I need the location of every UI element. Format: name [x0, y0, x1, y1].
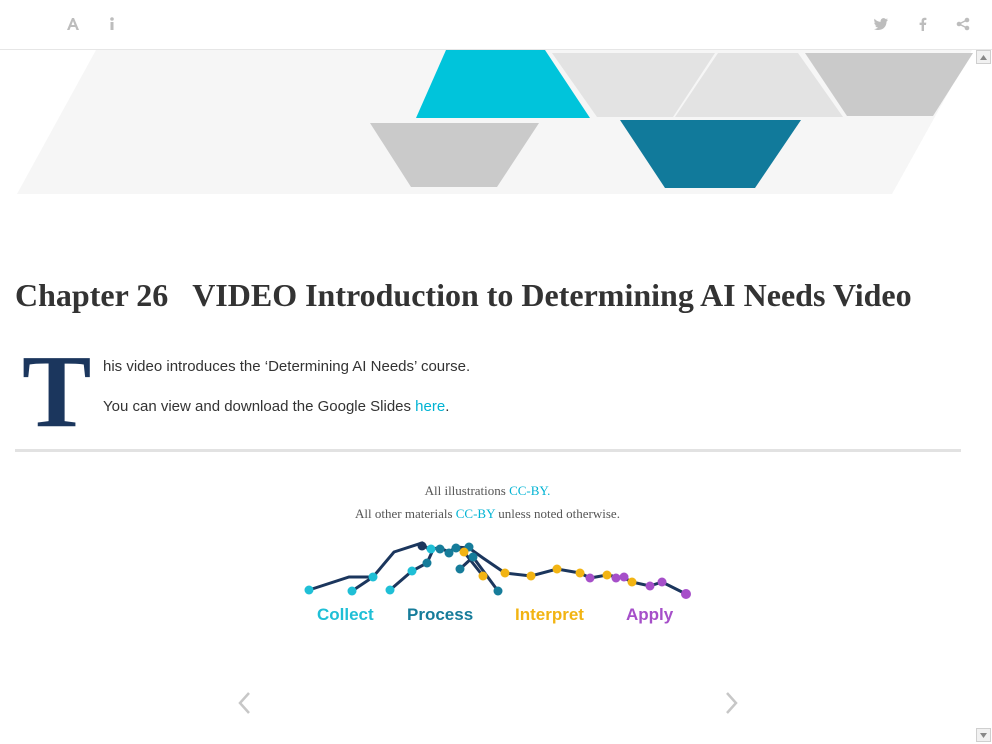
- logo-dot: [368, 572, 378, 582]
- content-divider: [15, 449, 961, 452]
- collect-process-interpret-apply-logo: Collect Process Interpret Apply: [304, 541, 691, 624]
- drop-cap: T: [22, 334, 92, 449]
- logo-dot: [602, 570, 612, 580]
- logo-label-interpret: Interpret: [515, 605, 584, 624]
- logo-label-apply: Apply: [626, 605, 674, 624]
- font-settings-icon[interactable]: [63, 14, 83, 34]
- logo-dot: [627, 577, 637, 587]
- previous-chapter-button[interactable]: [233, 690, 257, 716]
- slides-link[interactable]: here: [415, 398, 445, 415]
- logo-dot: [552, 564, 562, 574]
- intro-paragraph: his video introduces the ‘Determining AI…: [103, 358, 470, 375]
- chapter-title: Chapter 26 VIDEO Introduction to Determin…: [15, 275, 912, 315]
- materials-license-link[interactable]: CC-BY: [456, 506, 495, 521]
- slides-period: .: [445, 398, 450, 415]
- logo-label-collect: Collect: [317, 605, 374, 624]
- scrollbar-up-arrow[interactable]: [976, 50, 991, 64]
- logo-dot: [493, 586, 503, 596]
- top-toolbar: [0, 0, 992, 50]
- twitter-icon[interactable]: [871, 14, 891, 34]
- logo-dot: [407, 566, 417, 576]
- logo-dot: [451, 543, 461, 553]
- logo-label-process: Process: [407, 605, 473, 624]
- logo-dot: [304, 585, 314, 595]
- logo-line: [308, 541, 687, 596]
- logo-dots: [304, 541, 691, 599]
- logo-dot: [459, 547, 469, 557]
- share-icon[interactable]: [953, 14, 973, 34]
- logo-dot: [417, 541, 427, 551]
- banner-graphic: [17, 50, 973, 194]
- logo-dot: [657, 577, 667, 587]
- intro-text: his video introduces the ‘Determining AI…: [103, 358, 471, 375]
- logo-dot: [585, 573, 595, 583]
- logo-dot: [575, 568, 585, 578]
- materials-license: All other materials CC-BY unless noted o…: [0, 506, 975, 522]
- slides-paragraph: You can view and download the Google Sli…: [103, 398, 449, 415]
- scrollbar-down-arrow[interactable]: [976, 728, 991, 742]
- logo-dot: [500, 568, 510, 578]
- logo-dot: [435, 544, 445, 554]
- logo-dot: [645, 581, 655, 591]
- logo-dot: [611, 573, 621, 583]
- logo-dot: [619, 572, 629, 582]
- logo-dot: [526, 571, 536, 581]
- chevron-right-icon: [726, 692, 738, 714]
- logo-dot: [468, 552, 478, 562]
- illustrations-license-text: All illustrations: [424, 483, 510, 498]
- logo-dot: [455, 564, 465, 574]
- logo-dot: [681, 589, 691, 599]
- facebook-icon[interactable]: [913, 14, 933, 34]
- chapter-number: Chapter 26: [15, 277, 169, 313]
- illustrations-license-link[interactable]: CC-BY.: [509, 483, 550, 498]
- logo-dot: [478, 571, 488, 581]
- logo-dot: [347, 586, 357, 596]
- materials-license-suffix: unless noted otherwise.: [495, 506, 620, 521]
- chapter-title-text: VIDEO Introduction to Determining AI Nee…: [192, 277, 912, 313]
- logo-dot: [426, 544, 436, 554]
- logo-dot: [422, 558, 432, 568]
- next-chapter-button[interactable]: [720, 690, 744, 716]
- chevron-left-icon: [238, 692, 250, 714]
- slides-text: You can view and download the Google Sli…: [103, 398, 416, 415]
- materials-license-text: All other materials: [355, 506, 456, 521]
- logo-dot: [385, 585, 395, 595]
- info-icon[interactable]: [102, 14, 122, 34]
- illustrations-license: All illustrations CC-BY.: [0, 483, 975, 499]
